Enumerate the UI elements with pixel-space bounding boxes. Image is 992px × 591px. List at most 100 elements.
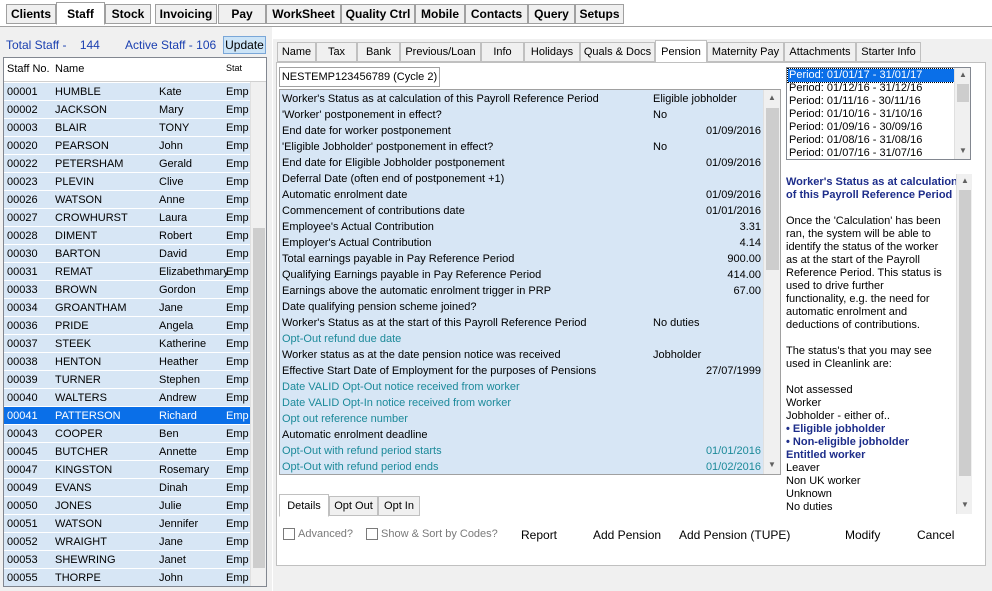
pension-grid-scrollbar[interactable]: ▲ ▼ <box>763 90 780 474</box>
pension-row[interactable]: Employer's Actual Contribution 4.14 <box>280 235 763 251</box>
modify-button[interactable]: Modify <box>845 526 880 544</box>
staff-row[interactable]: 00043 COOPER Ben Emp <box>4 425 250 443</box>
pension-row[interactable]: Worker's Status as at calculation of thi… <box>280 91 763 107</box>
period-item[interactable]: Period: 01/10/16 - 31/10/16 <box>788 108 954 121</box>
pension-row[interactable]: Qualifying Earnings payable in Pay Refer… <box>280 267 763 283</box>
pension-row[interactable]: End date for Eligible Jobholder postpone… <box>280 155 763 171</box>
tab-tax[interactable]: Tax <box>316 42 357 62</box>
help-scroll-up-icon[interactable]: ▲ <box>961 176 969 185</box>
period-item[interactable]: Period: 01/09/16 - 30/09/16 <box>788 121 954 134</box>
scroll-up-icon[interactable]: ▲ <box>768 93 776 102</box>
staff-row[interactable]: 00050 JONES Julie Emp <box>4 497 250 515</box>
staff-table-scroll-thumb[interactable] <box>253 228 265 568</box>
top-menu-query[interactable]: Query <box>528 4 575 24</box>
top-menu-contacts[interactable]: Contacts <box>465 4 528 24</box>
period-scroll-up-icon[interactable]: ▲ <box>959 70 967 79</box>
top-menu-setups[interactable]: Setups <box>575 4 624 24</box>
pension-row[interactable]: Worker status as at the date pension not… <box>280 347 763 363</box>
subtab-opt-in[interactable]: Opt In <box>378 496 420 516</box>
pension-row[interactable]: Opt out reference number <box>280 411 763 427</box>
staff-row[interactable]: 00045 BUTCHER Annette Emp <box>4 443 250 461</box>
pension-row[interactable]: Automatic enrolment date 01/09/2016 <box>280 187 763 203</box>
staff-row[interactable]: 00033 BROWN Gordon Emp <box>4 281 250 299</box>
top-menu-mobile[interactable]: Mobile <box>415 4 465 24</box>
column-staff-no[interactable]: Staff No. <box>7 63 50 75</box>
staff-row[interactable]: 00053 SHEWRING Janet Emp <box>4 551 250 569</box>
top-menu-staff[interactable]: Staff <box>56 2 105 25</box>
pension-row[interactable]: Total earnings payable in Pay Reference … <box>280 251 763 267</box>
column-name[interactable]: Name <box>55 63 84 75</box>
pension-row[interactable]: Opt-Out with refund period starts 01/01/2… <box>280 443 763 459</box>
help-scroll-down-icon[interactable]: ▼ <box>961 500 969 509</box>
staff-row[interactable]: 00003 BLAIR TONY Emp <box>4 119 250 137</box>
tab-info[interactable]: Info <box>481 42 524 62</box>
period-scroll-down-icon[interactable]: ▼ <box>959 146 967 155</box>
staff-row[interactable]: 00047 KINGSTON Rosemary Emp <box>4 461 250 479</box>
cancel-button[interactable]: Cancel <box>917 526 954 544</box>
pension-row[interactable]: Worker's Status as at the start of this … <box>280 315 763 331</box>
pension-row[interactable]: End date for worker postponement 01/09/20… <box>280 123 763 139</box>
pension-row[interactable]: Commencement of contributions date 01/01/… <box>280 203 763 219</box>
show-sort-checkbox[interactable]: Show & Sort by Codes? <box>366 528 498 540</box>
add-pension-tupe-button[interactable]: Add Pension (TUPE) <box>679 526 790 544</box>
advanced-checkbox-box[interactable] <box>283 528 295 540</box>
advanced-checkbox[interactable]: Advanced? <box>283 528 353 540</box>
pension-row[interactable]: Automatic enrolment deadline <box>280 427 763 443</box>
help-scrollbar[interactable]: ▲ ▼ <box>956 174 972 514</box>
top-menu-quality-ctrl[interactable]: Quality Ctrl <box>341 4 415 24</box>
help-scroll-thumb[interactable] <box>959 190 971 476</box>
period-item[interactable]: Period: 01/12/16 - 31/12/16 <box>788 82 954 95</box>
add-pension-button[interactable]: Add Pension <box>593 526 661 544</box>
staff-table-scrollbar[interactable] <box>250 82 266 586</box>
pension-row[interactable]: Effective Start Date of Employment for t… <box>280 363 763 379</box>
tab-bank[interactable]: Bank <box>357 42 400 62</box>
period-scroll-thumb[interactable] <box>957 84 969 102</box>
staff-row[interactable]: 00034 GROANTHAM Jane Emp <box>4 299 250 317</box>
period-list-scrollbar[interactable]: ▲ ▼ <box>954 68 970 159</box>
pension-row[interactable]: Date qualifying pension scheme joined? <box>280 299 763 315</box>
staff-row[interactable]: 00039 TURNER Stephen Emp <box>4 371 250 389</box>
update-button[interactable]: Update <box>223 36 266 54</box>
period-item[interactable]: Period: 01/07/16 - 31/07/16 <box>788 147 954 159</box>
subtab-opt-out[interactable]: Opt Out <box>329 496 378 516</box>
tab-starter-info[interactable]: Starter Info <box>856 42 921 62</box>
top-menu-invoicing[interactable]: Invoicing <box>155 4 217 24</box>
staff-row[interactable]: 00030 BARTON David Emp <box>4 245 250 263</box>
staff-row[interactable]: 00026 WATSON Anne Emp <box>4 191 250 209</box>
top-menu-stock[interactable]: Stock <box>105 4 151 24</box>
show-sort-checkbox-box[interactable] <box>366 528 378 540</box>
pension-row[interactable]: Deferral Date (often end of postponement… <box>280 171 763 187</box>
period-item[interactable]: Period: 01/01/17 - 31/01/17 <box>787 68 955 83</box>
staff-row[interactable]: 00028 DIMENT Robert Emp <box>4 227 250 245</box>
staff-row[interactable]: 00055 THORPE John Emp <box>4 569 250 586</box>
period-item[interactable]: Period: 01/08/16 - 31/08/16 <box>788 134 954 147</box>
tab-previous-loan[interactable]: Previous/Loan <box>400 42 481 62</box>
staff-row[interactable]: 00020 PEARSON John Emp <box>4 137 250 155</box>
staff-row[interactable]: 00037 STEEK Katherine Emp <box>4 335 250 353</box>
staff-row[interactable]: 00022 PETERSHAM Gerald Emp <box>4 155 250 173</box>
tab-attachments[interactable]: Attachments <box>784 42 856 62</box>
pension-row[interactable]: Date VALID Opt-Out notice received from … <box>280 379 763 395</box>
scroll-down-icon[interactable]: ▼ <box>768 460 776 469</box>
top-menu-worksheet[interactable]: WorkSheet <box>266 4 341 24</box>
top-menu-pay[interactable]: Pay <box>218 4 266 24</box>
staff-row[interactable]: 00031 REMAT Elizabethmary Emp <box>4 263 250 281</box>
pension-grid-scroll-thumb[interactable] <box>766 108 779 270</box>
top-menu-clients[interactable]: Clients <box>6 4 56 24</box>
tab-quals-docs[interactable]: Quals & Docs <box>580 42 655 62</box>
period-item[interactable]: Period: 01/11/16 - 30/11/16 <box>788 95 954 108</box>
staff-row[interactable]: 00036 PRIDE Angela Emp <box>4 317 250 335</box>
pension-row[interactable]: Date VALID Opt-In notice received from w… <box>280 395 763 411</box>
pension-row[interactable]: Earnings above the automatic enrolment t… <box>280 283 763 299</box>
pension-row[interactable]: Opt-Out refund due date <box>280 331 763 347</box>
staff-row[interactable]: 00049 EVANS Dinah Emp <box>4 479 250 497</box>
pension-row[interactable]: Opt-Out with refund period ends 01/02/201… <box>280 459 763 474</box>
staff-row[interactable]: 00041 PATTERSON Richard Emp <box>4 407 250 425</box>
staff-row[interactable]: 00001 HUMBLE Kate Emp <box>4 83 250 101</box>
pension-row[interactable]: 'Eligible Jobholder' postponement in eff… <box>280 139 763 155</box>
tab-name[interactable]: Name <box>277 42 316 62</box>
subtab-details[interactable]: Details <box>279 494 329 517</box>
staff-row[interactable]: 00040 WALTERS Andrew Emp <box>4 389 250 407</box>
cycle-tab[interactable]: NESTEMP123456789 (Cycle 2) <box>279 67 440 87</box>
tab-holidays[interactable]: Holidays <box>524 42 580 62</box>
